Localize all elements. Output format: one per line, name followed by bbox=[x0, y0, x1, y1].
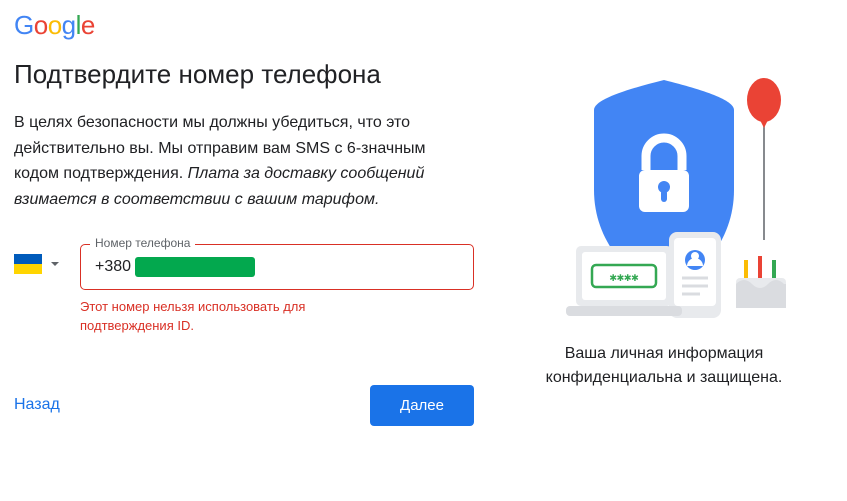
chevron-down-icon bbox=[50, 259, 60, 269]
privacy-illustration: ✱✱✱✱ bbox=[514, 60, 814, 330]
phone-error-message: Этот номер нельзя использовать для подтв… bbox=[80, 298, 400, 334]
page-title: Подтвердите номер телефона bbox=[14, 59, 474, 90]
phone-field-label: Номер телефона bbox=[90, 236, 195, 250]
privacy-caption: Ваша личная информация конфиденциальна и… bbox=[504, 342, 824, 390]
country-selector[interactable] bbox=[14, 240, 60, 274]
page-description: В целях безопасности мы должны убедиться… bbox=[14, 110, 474, 212]
phone-input[interactable] bbox=[80, 244, 474, 290]
logo-char: o bbox=[48, 10, 62, 40]
back-button[interactable]: Назад bbox=[14, 396, 60, 414]
svg-text:✱✱✱✱: ✱✱✱✱ bbox=[610, 270, 639, 284]
logo-char: o bbox=[34, 10, 48, 40]
phone-field-wrapper: Номер телефона Этот номер нельзя использ… bbox=[80, 244, 474, 334]
logo-char: g bbox=[62, 10, 76, 40]
next-button[interactable]: Далее bbox=[370, 385, 474, 426]
google-logo: Google bbox=[14, 10, 474, 41]
logo-char: e bbox=[81, 10, 95, 40]
flag-ukraine-icon bbox=[14, 254, 42, 274]
logo-char: G bbox=[14, 10, 34, 40]
